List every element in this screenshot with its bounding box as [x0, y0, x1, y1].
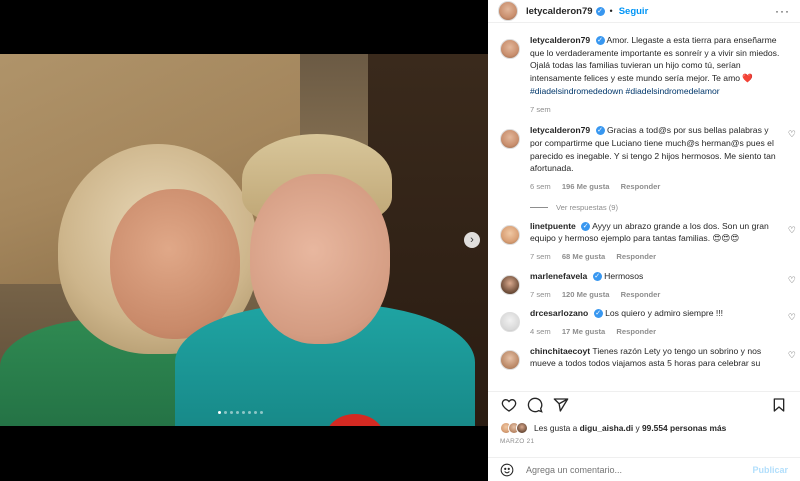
like-comment-heart-icon[interactable]: ♡ [788, 312, 796, 323]
carousel-dot [260, 411, 263, 414]
carousel-dot [248, 411, 251, 414]
like-comment-heart-icon[interactable]: ♡ [788, 275, 796, 286]
add-comment-bar: Publicar [488, 457, 800, 481]
share-paper-plane-icon[interactable] [552, 396, 570, 414]
reply-button[interactable]: Responder [616, 327, 656, 336]
likes-prefix: Les gusta a [534, 423, 580, 433]
next-slide-chevron-icon[interactable]: › [464, 232, 480, 248]
reply-button[interactable]: Responder [621, 182, 661, 191]
comment-time[interactable]: 4 sem [530, 327, 551, 336]
comment-avatar[interactable] [500, 312, 520, 333]
comment-likes[interactable]: 17 Me gusta [562, 327, 605, 336]
likes-count[interactable]: 99.554 personas más [642, 423, 726, 433]
comment-username[interactable]: drcesarlozano [530, 308, 588, 318]
reply-button[interactable]: Responder [621, 290, 661, 299]
verified-badge-icon: ✓ [595, 126, 605, 136]
comment-avatar[interactable] [500, 224, 520, 245]
comment-item: drcesarlozano ✓ Los quiero y admiro siem… [488, 307, 800, 338]
comment-time[interactable]: 6 sem [530, 182, 551, 191]
verified-badge-icon: ✓ [595, 6, 605, 16]
comment-item: chinchitaecoyt Tienes razón Lety yo teng… [488, 345, 800, 370]
view-replies-button[interactable]: Ver respuestas (9) [530, 203, 800, 212]
comment-username[interactable]: letycalderon79 [530, 125, 590, 135]
comment-text: Hermosos [604, 270, 644, 281]
publish-button[interactable]: Publicar [752, 465, 788, 475]
comments-list[interactable]: letycalderon79 ✓ Amor. Llegaste a esta t… [488, 34, 800, 386]
comment-bubble-icon[interactable] [526, 396, 544, 414]
comment-time[interactable]: 7 sem [530, 290, 551, 299]
replies-line [530, 206, 548, 208]
post-date[interactable]: MARZO 21 [500, 438, 534, 445]
comment-time[interactable]: 7 sem [530, 252, 551, 261]
carousel-dot [218, 411, 221, 414]
caption-username[interactable]: letycalderon79 [530, 35, 590, 45]
comment-likes[interactable]: 68 Me gusta [562, 252, 605, 261]
post-photo[interactable] [0, 54, 488, 426]
woman-face [110, 189, 240, 339]
carousel-dot [230, 411, 233, 414]
comment-avatar[interactable] [500, 349, 520, 370]
liker-avatar [516, 422, 528, 434]
verified-badge-icon: ✓ [593, 309, 603, 319]
comment-likes[interactable]: 196 Me gusta [562, 182, 610, 191]
author-username[interactable]: letycalderon79 [526, 6, 593, 17]
post-side-panel: letycalderon79 ✓ • Seguir ··· letycalder… [488, 0, 800, 481]
like-comment-heart-icon[interactable]: ♡ [788, 129, 796, 140]
man-face [250, 174, 390, 344]
add-comment-input[interactable] [526, 464, 753, 475]
caption-hashtags[interactable]: #diadelsindromededown #diadelsindromedel… [530, 86, 720, 96]
like-comment-heart-icon[interactable]: ♡ [788, 225, 796, 236]
carousel-dot [242, 411, 245, 414]
caption-avatar[interactable] [500, 39, 520, 59]
comment-username[interactable]: chinchitaecoyt [530, 346, 590, 356]
like-comment-heart-icon[interactable]: ♡ [788, 350, 796, 361]
caption-time[interactable]: 7 sem [530, 105, 551, 114]
comment-item: marlenefavela ✓ Hermosos 7 sem 120 Me gu… [488, 270, 800, 301]
like-heart-icon[interactable] [500, 396, 518, 414]
follow-button[interactable]: Seguir [619, 6, 649, 17]
emoji-icon[interactable] [500, 463, 514, 477]
comment-avatar[interactable] [500, 274, 520, 295]
carousel-dot [224, 411, 227, 414]
post-media: › [0, 0, 488, 481]
verified-badge-icon: ✓ [595, 36, 605, 46]
comment-username[interactable]: marlenefavela [530, 271, 587, 281]
comment-avatar[interactable] [500, 129, 520, 150]
likes-user[interactable]: digu_aisha.di [580, 423, 634, 433]
comment-username[interactable]: linetpuente [530, 221, 576, 231]
post-header: letycalderon79 ✓ • Seguir ··· [488, 0, 800, 23]
separator-dot: • [609, 6, 613, 16]
more-horizontal-icon[interactable]: ··· [775, 4, 790, 18]
caption: letycalderon79 ✓ Amor. Llegaste a esta t… [488, 34, 800, 116]
author-avatar[interactable] [498, 1, 518, 21]
carousel-dot [236, 411, 239, 414]
verified-badge-icon: ✓ [581, 221, 591, 231]
verified-badge-icon: ✓ [592, 272, 602, 282]
comment-item: linetpuente ✓ Ayyy un abrazo grande a lo… [488, 220, 800, 264]
reply-button[interactable]: Responder [616, 252, 656, 261]
comment-likes[interactable]: 120 Me gusta [562, 290, 610, 299]
comment-text: Los quiero y admiro siempre !!! [605, 308, 724, 319]
view-replies-label[interactable]: Ver respuestas (9) [556, 203, 618, 212]
carousel-indicator [218, 411, 263, 414]
comment-item: letycalderon79 ✓ Gracias a tod@s por sus… [488, 124, 800, 194]
save-bookmark-icon[interactable] [770, 396, 788, 414]
post-actions-bar [488, 391, 800, 417]
likes-summary[interactable]: Les gusta a digu_aisha.di y 99.554 perso… [500, 422, 726, 434]
likes-middle: y [633, 423, 643, 433]
carousel-dot [254, 411, 257, 414]
